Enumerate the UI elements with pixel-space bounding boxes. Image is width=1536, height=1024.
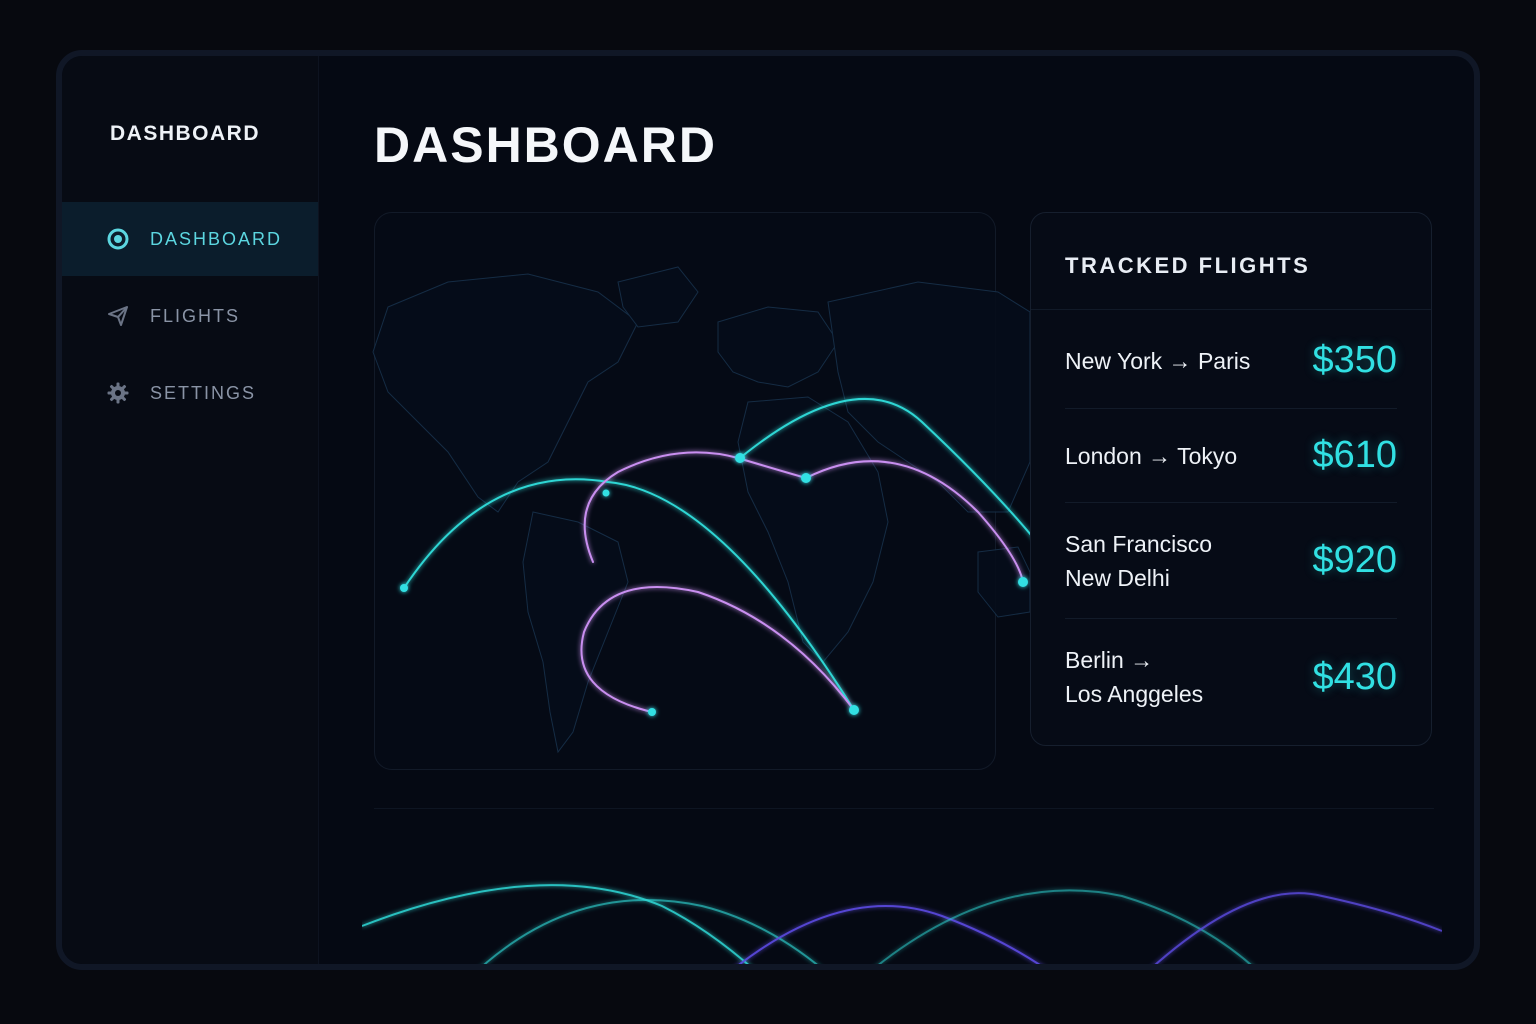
gear-icon [106, 381, 130, 405]
flight-price: $430 [1312, 655, 1397, 698]
decorative-arc [1154, 892, 1442, 964]
decorative-arcs [362, 884, 1442, 964]
flight-row[interactable]: New York → Paris $350 [1065, 313, 1397, 409]
plane-icon [106, 304, 130, 328]
sidebar-item-dashboard[interactable]: DASHBOARD [62, 202, 318, 276]
sidebar-item-label: FLIGHTS [150, 305, 241, 326]
decorative-arc [362, 884, 750, 964]
city-marker [801, 473, 811, 483]
tracked-flights-title: TRACKED FLIGHTS [1065, 253, 1311, 278]
flight-price: $610 [1312, 434, 1397, 476]
world-map[interactable] [318, 212, 1030, 772]
flight-route: San Francisco New Delhi [1065, 527, 1212, 595]
decorative-arc [738, 905, 1041, 964]
flight-route: London → Tokyo [1065, 439, 1237, 473]
radio-circle-icon [106, 227, 130, 251]
city-marker [735, 453, 745, 463]
city-marker [648, 708, 656, 716]
divider [374, 808, 1434, 809]
sidebar-item-label: DASHBOARD [150, 228, 283, 249]
flight-route: Berlin → Los Anggeles [1065, 643, 1203, 711]
flight-row[interactable]: London → Tokyo $610 [1065, 409, 1397, 503]
flight-price: $920 [1312, 539, 1397, 581]
city-marker [400, 584, 408, 592]
flight-route: New York → Paris [1065, 344, 1250, 378]
page-title: DASHBOARD [374, 117, 717, 173]
app-window: DASHBOARD DASHBOARD FLIGHTS SETTINGS DAS… [56, 50, 1480, 970]
route-line: New York → Paris [1065, 347, 1251, 374]
sidebar-item-flights[interactable]: FLIGHTS [62, 279, 318, 353]
city-marker [1018, 577, 1028, 587]
city-marker [849, 705, 859, 715]
divider [1031, 309, 1431, 310]
route-line: San Francisco [1065, 530, 1213, 557]
sidebar: DASHBOARD DASHBOARD FLIGHTS SETTINGS [62, 56, 319, 964]
route-line: Berlin → [1065, 647, 1154, 673]
decorative-arc [483, 899, 818, 964]
continent-outlines [372, 266, 1030, 754]
route-line: Los Anggeles [1065, 681, 1204, 707]
decorative-arc [878, 889, 1252, 964]
flight-row[interactable]: San Francisco New Delhi $920 [1065, 503, 1397, 619]
sidebar-brand: DASHBOARD [110, 122, 260, 145]
sidebar-item-settings[interactable]: SETTINGS [62, 356, 318, 430]
flight-price: $350 [1312, 339, 1397, 381]
flight-row[interactable]: Berlin → Los Anggeles $430 [1065, 619, 1397, 735]
route-line: London → Tokyo [1065, 442, 1238, 469]
tracked-flights-card: TRACKED FLIGHTS New York → Paris $350 Lo… [1030, 212, 1432, 746]
city-marker [602, 489, 610, 497]
sidebar-nav: DASHBOARD FLIGHTS SETTINGS [62, 202, 318, 433]
route-line: New Delhi [1065, 564, 1170, 591]
sidebar-item-label: SETTINGS [150, 382, 257, 403]
